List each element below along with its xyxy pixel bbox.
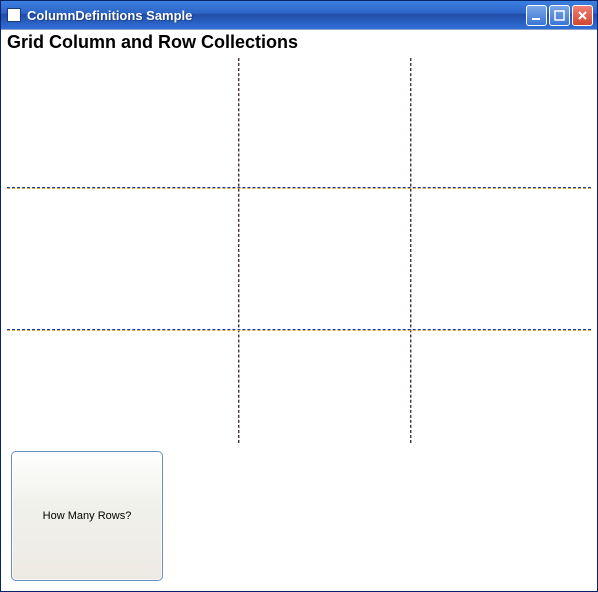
app-icon [7, 8, 21, 22]
minimize-icon [531, 10, 542, 21]
window-frame: ColumnDefinitions Sample Grid Column and… [0, 0, 598, 592]
close-button[interactable] [572, 5, 593, 26]
window-controls [526, 5, 593, 26]
grid-preview [7, 58, 591, 443]
close-icon [577, 10, 588, 21]
button-label: How Many Rows? [43, 510, 132, 522]
titlebar[interactable]: ColumnDefinitions Sample [1, 1, 597, 29]
maximize-button[interactable] [549, 5, 570, 26]
page-title: Grid Column and Row Collections [7, 32, 298, 53]
maximize-icon [554, 10, 565, 21]
client-area: Grid Column and Row Collections How Many… [1, 29, 597, 591]
how-many-rows-button[interactable]: How Many Rows? [11, 451, 163, 581]
window-title: ColumnDefinitions Sample [27, 8, 526, 23]
minimize-button[interactable] [526, 5, 547, 26]
